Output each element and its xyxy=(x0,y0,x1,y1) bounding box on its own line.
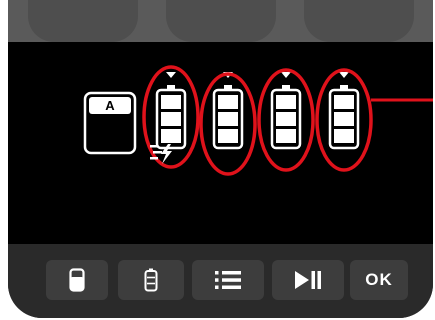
top-panel-bump xyxy=(28,0,138,42)
top-panel-bump xyxy=(304,0,414,42)
display-graphics: A xyxy=(83,65,433,176)
top-panel-bump xyxy=(166,0,276,42)
profile-letter: A xyxy=(105,98,115,113)
cell-icon xyxy=(144,268,158,292)
triangle-down-icon xyxy=(281,72,291,78)
triangle-down-icon xyxy=(166,72,176,78)
device-body: A OK xyxy=(8,0,433,318)
top-panel xyxy=(8,0,433,42)
battery-icon xyxy=(212,85,244,150)
play-pause-icon xyxy=(295,271,321,289)
battery-menu-button[interactable] xyxy=(46,260,108,300)
battery-icon xyxy=(270,85,302,150)
battery-slot-3[interactable] xyxy=(257,68,315,172)
play-pause-button[interactable] xyxy=(272,260,344,300)
battery-slot-4[interactable] xyxy=(315,68,373,172)
triangle-down-icon xyxy=(339,72,349,78)
button-panel: OK xyxy=(8,244,433,318)
battery-icon xyxy=(69,268,85,292)
display-screen: A xyxy=(8,42,433,244)
cell-menu-button[interactable] xyxy=(118,260,184,300)
battery-icon xyxy=(155,85,187,150)
list-icon xyxy=(215,271,241,289)
battery-slot-2[interactable] xyxy=(199,72,257,176)
ok-button-label: OK xyxy=(365,270,393,289)
list-menu-button[interactable] xyxy=(192,260,264,300)
battery-icon xyxy=(328,85,360,150)
ok-button[interactable]: OK xyxy=(350,260,408,300)
profile-slot-icon: A xyxy=(83,91,137,155)
